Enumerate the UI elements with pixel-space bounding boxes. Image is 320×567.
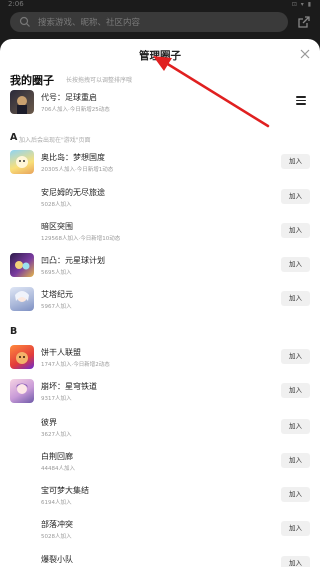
soccer-game-icon: [10, 90, 34, 114]
group-letter-b: B: [10, 326, 18, 337]
circle-meta: 706人加入·今日新增25动态: [41, 107, 110, 113]
circle-name: 部落冲突: [41, 520, 73, 529]
drag-handle-icon[interactable]: [296, 96, 306, 106]
close-icon[interactable]: [298, 47, 312, 61]
circle-name: 艾塔纪元: [41, 290, 73, 299]
join-button[interactable]: 加入: [281, 556, 310, 567]
my-circles-title: 我的圈子: [10, 74, 54, 87]
join-button[interactable]: 加入: [281, 521, 310, 536]
circle-name: 奥比岛：梦想国度: [41, 153, 105, 162]
status-bar: 2:06 ⊡ ▾ ▮: [0, 0, 320, 12]
join-button[interactable]: 加入: [281, 349, 310, 364]
circle-meta: 5028人加入: [41, 534, 72, 540]
circle-meta: 1747人加入·今日新增2动态: [41, 362, 110, 368]
circle-meta: 20305人加入·今日新增1动态: [41, 167, 114, 173]
game-icon: [10, 379, 34, 403]
circle-meta: 5967人加入: [41, 304, 72, 310]
list-item: 凹凸：元星球计划 5695人加入 加入: [0, 252, 320, 282]
circle-name: 崩坏：星穹铁道: [41, 382, 97, 391]
circle-meta: 129568人加入·今日新增10动态: [41, 236, 121, 242]
list-item: 宝可梦大集结 6194人加入 加入: [0, 482, 320, 512]
list-item: 部落冲突 5028人加入 加入: [0, 516, 320, 546]
game-icon: [10, 345, 34, 369]
join-button[interactable]: 加入: [281, 223, 310, 238]
join-button[interactable]: 加入: [281, 487, 310, 502]
circle-name: 安尼姆的无尽旅途: [41, 188, 105, 197]
search-placeholder: 搜索游戏、昵称、社区内容: [38, 18, 141, 28]
join-button[interactable]: 加入: [281, 189, 310, 204]
my-circle-row[interactable]: 代号：足球重启 706人加入·今日新增25动态: [0, 89, 320, 119]
share-icon[interactable]: [296, 14, 312, 30]
status-icons: ⊡ ▾ ▮: [291, 1, 312, 8]
circle-meta: 3627人加入: [41, 432, 72, 438]
search-bar[interactable]: 搜索游戏、昵称、社区内容: [10, 12, 288, 32]
list-item: 白荆回廊 44484人加入 加入: [0, 448, 320, 478]
join-button[interactable]: 加入: [281, 419, 310, 434]
list-item: 奥比岛：梦想国度 20305人加入·今日新增1动态 加入: [0, 149, 320, 179]
my-circles-hint: 长按拖拽可以调整排序哦: [66, 77, 133, 84]
list-item: 饼干人联盟 1747人加入·今日新增2动态 加入: [0, 344, 320, 374]
circle-name: 宝可梦大集结: [41, 486, 89, 495]
join-button[interactable]: 加入: [281, 291, 310, 306]
manage-circles-sheet: 管理圈子 我的圈子 长按拖拽可以调整排序哦 代号：足球重启 706人加入·今日新…: [0, 39, 320, 567]
circle-meta: 5695人加入: [41, 270, 72, 276]
circle-name: 暗区突围: [41, 222, 73, 231]
circle-name: 白荆回廊: [41, 452, 73, 461]
circle-meta: 6194人加入: [41, 500, 72, 506]
list-item: 爆裂小队 加入: [0, 551, 320, 567]
list-item: 安尼姆的无尽旅途 5028人加入 加入: [0, 184, 320, 214]
group-hint: 加入后会出现在"游戏"页面: [19, 137, 91, 144]
sheet-title: 管理圈子: [139, 50, 181, 62]
circle-meta: 9317人加入: [41, 396, 72, 402]
list-item: 艾塔纪元 5967人加入 加入: [0, 286, 320, 316]
game-icon: [10, 150, 34, 174]
join-button[interactable]: 加入: [281, 154, 310, 169]
circle-meta: 5028人加入: [41, 202, 72, 208]
circle-meta: 44484人加入: [41, 466, 75, 472]
group-letter-a: A: [10, 132, 18, 143]
list-item: 崩坏：星穹铁道 9317人加入 加入: [0, 378, 320, 408]
circle-name: 代号：足球重启: [41, 93, 97, 102]
list-item: 彼界 3627人加入 加入: [0, 414, 320, 444]
circle-name: 爆裂小队: [41, 555, 73, 564]
circle-name: 凹凸：元星球计划: [41, 256, 105, 265]
search-icon: [19, 16, 30, 27]
join-button[interactable]: 加入: [281, 383, 310, 398]
list-item: 暗区突围 129568人加入·今日新增10动态 加入: [0, 218, 320, 248]
status-time: 2:06: [8, 0, 24, 8]
game-icon: [10, 253, 34, 277]
join-button[interactable]: 加入: [281, 257, 310, 272]
join-button[interactable]: 加入: [281, 453, 310, 468]
game-icon: [10, 287, 34, 311]
circle-name: 饼干人联盟: [41, 348, 81, 357]
circle-name: 彼界: [41, 418, 57, 427]
